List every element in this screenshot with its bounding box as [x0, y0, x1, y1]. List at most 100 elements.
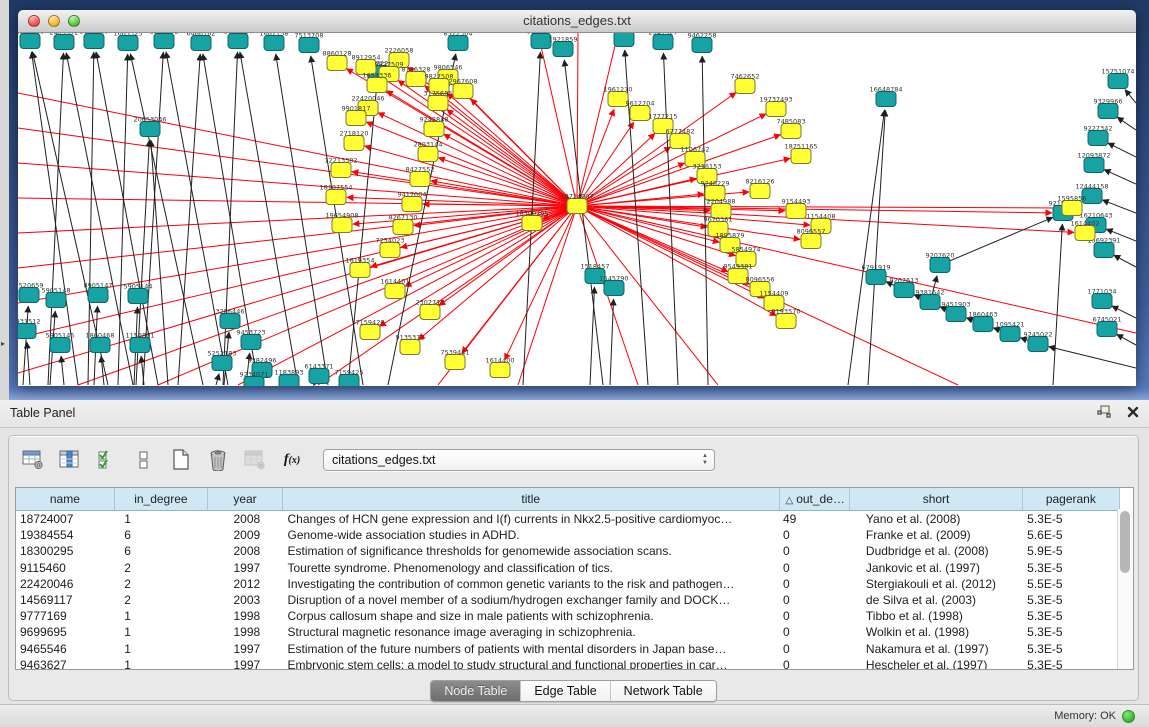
- graph-node[interactable]: [1075, 226, 1095, 241]
- table-row[interactable]: 1872400712008Changes of HCN gene express…: [16, 511, 1120, 528]
- black-edge[interactable]: [1125, 90, 1136, 103]
- graph-node[interactable]: [350, 263, 370, 278]
- create-column-button[interactable]: [167, 447, 195, 473]
- graph-node[interactable]: [786, 204, 806, 219]
- graph-node[interactable]: [604, 281, 624, 296]
- table-row[interactable]: 969969511998Structural magnetic resonanc…: [16, 624, 1120, 640]
- graph-node[interactable]: [781, 124, 801, 139]
- graph-node[interactable]: [54, 35, 74, 50]
- graph-node[interactable]: [522, 216, 542, 231]
- show-column-button[interactable]: [56, 447, 84, 473]
- table-scrollbar-thumb[interactable]: [1120, 511, 1130, 573]
- network-canvas[interactable]: 2520605240557230691401065325152760264661…: [18, 33, 1136, 386]
- black-edge[interactable]: [1049, 347, 1136, 368]
- graph-node[interactable]: [1000, 327, 1020, 342]
- graph-node[interactable]: [331, 163, 351, 178]
- black-edge[interactable]: [610, 299, 614, 385]
- graph-node[interactable]: [920, 295, 940, 310]
- graph-node[interactable]: [20, 34, 40, 49]
- graph-node[interactable]: [118, 36, 138, 51]
- graph-node[interactable]: [567, 199, 587, 214]
- red-edge[interactable]: [365, 146, 577, 206]
- graph-node[interactable]: [154, 34, 174, 49]
- column-header-out_de[interactable]: △out_de…: [779, 488, 850, 511]
- float-panel-icon[interactable]: [1097, 405, 1111, 418]
- graph-node[interactable]: [385, 284, 405, 299]
- red-edge[interactable]: [577, 109, 614, 206]
- graph-node[interactable]: [346, 111, 366, 126]
- graph-node[interactable]: [428, 96, 448, 111]
- column-header-pagerank[interactable]: pagerank: [1022, 488, 1119, 511]
- graph-node[interactable]: [191, 36, 211, 51]
- close-panel-icon[interactable]: [1127, 406, 1139, 418]
- import-table-button[interactable]: [241, 447, 269, 473]
- table-scrollbar[interactable]: [1117, 509, 1133, 669]
- table-row[interactable]: 946554611997Estimation of the future num…: [16, 641, 1120, 657]
- table-row[interactable]: 911546021997Tourette syndrome. Phenomeno…: [16, 560, 1120, 576]
- function-builder-button[interactable]: f(x): [278, 447, 306, 473]
- graph-node[interactable]: [418, 147, 438, 162]
- graph-node[interactable]: [228, 34, 248, 49]
- table-row[interactable]: 977716911998Corpus callosum shape and si…: [16, 608, 1120, 624]
- graph-node[interactable]: [332, 218, 352, 233]
- graph-node[interactable]: [367, 78, 387, 93]
- red-edge[interactable]: [444, 134, 577, 206]
- graph-node[interactable]: [264, 36, 284, 51]
- red-edge[interactable]: [577, 33, 578, 206]
- graph-node[interactable]: [130, 338, 150, 353]
- black-edge[interactable]: [151, 140, 168, 385]
- black-edge[interactable]: [216, 374, 219, 385]
- graph-node[interactable]: [326, 190, 346, 205]
- graph-node[interactable]: [406, 72, 426, 87]
- graph-node[interactable]: [750, 184, 770, 199]
- graph-node[interactable]: [18, 324, 36, 339]
- black-edge[interactable]: [27, 342, 30, 385]
- black-edge[interactable]: [276, 54, 328, 385]
- select-all-button[interactable]: [93, 447, 121, 473]
- black-edge[interactable]: [1117, 334, 1136, 345]
- red-edge[interactable]: [18, 206, 577, 338]
- graph-node[interactable]: [309, 369, 329, 384]
- graph-node[interactable]: [1092, 294, 1112, 309]
- graph-node[interactable]: [90, 338, 110, 353]
- graph-node[interactable]: [344, 136, 364, 151]
- graph-node[interactable]: [88, 288, 108, 303]
- graph-node[interactable]: [448, 36, 468, 51]
- graph-node[interactable]: [653, 35, 673, 50]
- graph-node[interactable]: [420, 305, 440, 320]
- graph-node[interactable]: [140, 122, 160, 137]
- column-header-title[interactable]: title: [282, 488, 779, 511]
- red-edge[interactable]: [18, 206, 577, 268]
- black-edge[interactable]: [1053, 224, 1062, 385]
- black-edge[interactable]: [868, 110, 885, 385]
- graph-node[interactable]: [894, 283, 914, 298]
- graph-node[interactable]: [1028, 337, 1048, 352]
- table-row[interactable]: 1830029562008Estimation of significance …: [16, 543, 1120, 559]
- graph-node[interactable]: [241, 335, 261, 350]
- graph-node[interactable]: [128, 289, 148, 304]
- graph-node[interactable]: [445, 355, 465, 370]
- graph-node[interactable]: [360, 325, 380, 340]
- black-edge[interactable]: [1108, 143, 1136, 157]
- graph-node[interactable]: [930, 258, 950, 273]
- black-edge[interactable]: [940, 217, 1053, 265]
- graph-node[interactable]: [453, 84, 473, 99]
- graph-node[interactable]: [866, 270, 886, 285]
- graph-node[interactable]: [393, 220, 413, 235]
- red-edge[interactable]: [577, 33, 618, 206]
- black-edge[interactable]: [1117, 117, 1136, 130]
- delete-columns-button[interactable]: [204, 447, 232, 473]
- black-edge[interactable]: [564, 60, 603, 385]
- graph-node[interactable]: [735, 79, 755, 94]
- red-edge[interactable]: [447, 110, 577, 206]
- black-edge[interactable]: [1114, 255, 1136, 267]
- graph-node[interactable]: [1084, 158, 1104, 173]
- graph-node[interactable]: [410, 172, 430, 187]
- graph-node[interactable]: [1108, 74, 1128, 89]
- black-edge[interactable]: [590, 287, 594, 385]
- graph-node[interactable]: [220, 314, 240, 329]
- graph-node[interactable]: [1094, 243, 1114, 258]
- table-row[interactable]: 946362711997Embryonic stem cells: a mode…: [16, 657, 1120, 670]
- black-edge[interactable]: [848, 110, 885, 385]
- graph-node[interactable]: [801, 234, 821, 249]
